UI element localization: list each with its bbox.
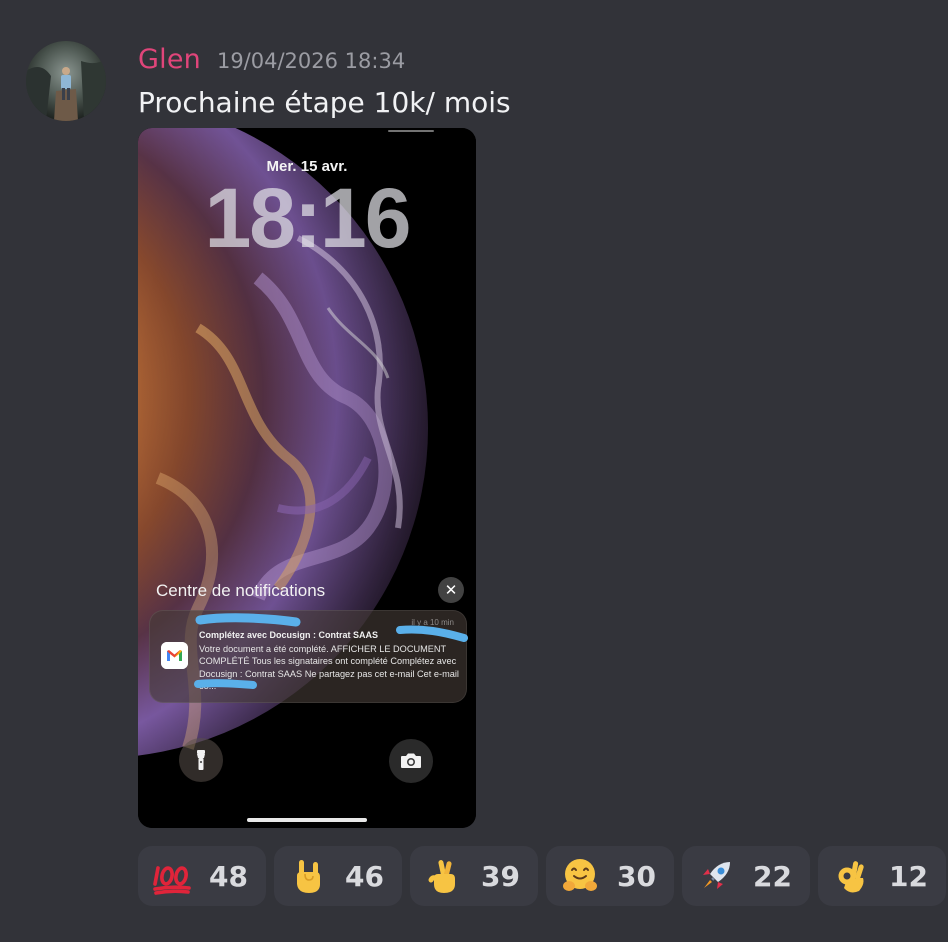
reaction-rock-on[interactable]: 46 (274, 846, 402, 906)
camera-button[interactable] (389, 739, 433, 783)
notification-time: il y a 10 min (411, 618, 454, 627)
notification-title: Complétez avec Docusign : Contrat SAAS (199, 630, 379, 640)
crossed-fingers-icon (422, 854, 466, 898)
reaction-ok-hand[interactable]: 12 (818, 846, 946, 906)
hundred-points-icon (150, 854, 194, 898)
user-avatar-photo-icon (26, 41, 106, 121)
rocket-icon (694, 854, 738, 898)
message-header: Glen 19/04/2026 18:34 (138, 44, 405, 80)
rock-on-hand-icon (286, 854, 330, 898)
hugging-face-icon (558, 854, 602, 898)
notification-center-title: Centre de notifications (156, 581, 326, 600)
gmail-icon (161, 642, 188, 669)
notification-card: il y a 10 min Complétez avec Docusign : … (149, 610, 467, 703)
reaction-rocket[interactable]: 22 (682, 846, 810, 906)
notification-body: Votre document a été complété. AFFICHER … (199, 644, 459, 692)
avatar[interactable] (26, 41, 106, 121)
reactions-bar: 48 46 39 30 22 12 (138, 846, 946, 906)
ok-hand-icon (830, 854, 874, 898)
reaction-count: 39 (481, 859, 520, 893)
reaction-count: 22 (753, 859, 792, 893)
flashlight-button[interactable] (179, 738, 223, 782)
flashlight-icon (197, 750, 205, 770)
reaction-count: 12 (889, 859, 928, 893)
home-indicator (247, 818, 367, 822)
message-timestamp: 19/04/2026 18:34 (216, 49, 406, 73)
camera-icon (401, 753, 421, 768)
reaction-hundred[interactable]: 48 (138, 846, 266, 906)
lockscreen-time: 18:16 (204, 171, 412, 265)
close-icon: ✕ (438, 577, 464, 603)
reaction-hugging[interactable]: 30 (546, 846, 674, 906)
status-bar-line (388, 130, 434, 132)
reaction-count: 30 (617, 859, 656, 893)
author-name[interactable]: Glen (138, 44, 201, 75)
reaction-count: 48 (209, 859, 248, 893)
reaction-crossed-fingers[interactable]: 39 (410, 846, 538, 906)
image-attachment[interactable]: Mer. 15 avr. 18:16 Centre de notificatio… (138, 128, 476, 828)
message-text: Prochaine étape 10k/ mois (138, 86, 511, 119)
reaction-count: 46 (345, 859, 384, 893)
